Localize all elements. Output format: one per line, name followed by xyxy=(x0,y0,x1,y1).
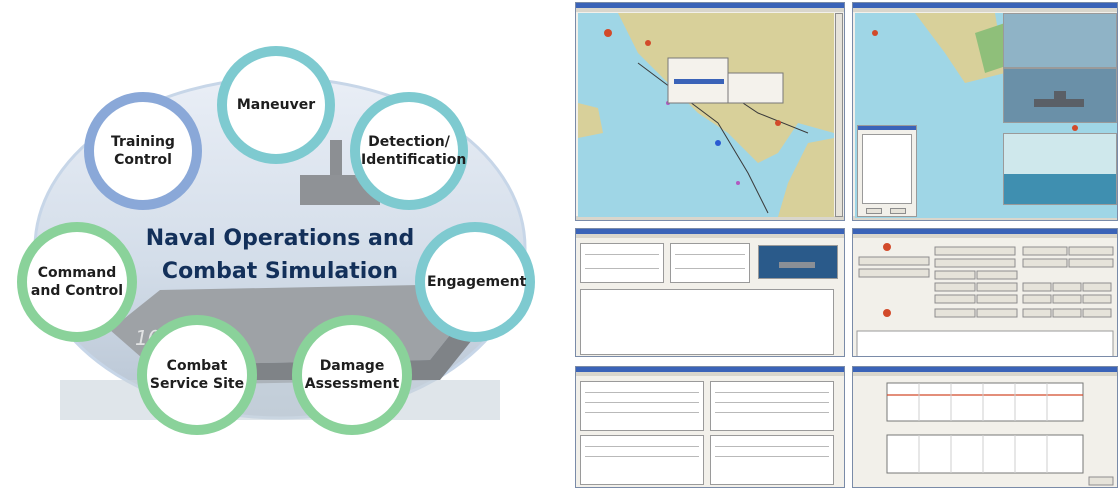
node-detection: Detection/ Identification xyxy=(350,92,468,210)
node-combat-service-site-label: Combat Service Site xyxy=(149,358,245,392)
center-title-line1: Naval Operations and xyxy=(145,226,415,251)
center-title: Naval Operations and Combat Simulation xyxy=(140,222,420,288)
node-command-and-control: Command and Control xyxy=(17,222,137,342)
concept-diagram: 1086 Naval Operations and Combat Simulat… xyxy=(0,0,560,490)
node-damage-assessment-label: Damage Assessment xyxy=(304,358,400,392)
node-detection-label: Detection/ Identification xyxy=(361,134,467,168)
screenshot-control-panel xyxy=(852,228,1118,357)
screenshot-map-main xyxy=(575,2,845,221)
node-command-and-control-label: Command and Control xyxy=(30,265,124,299)
node-engagement: Engagement xyxy=(415,222,535,342)
screenshot-map-3d xyxy=(852,2,1118,221)
screenshot-message-log xyxy=(575,366,845,488)
screenshot-graphs xyxy=(852,366,1118,488)
node-combat-service-site: Combat Service Site xyxy=(137,315,257,435)
node-maneuver: Maneuver xyxy=(217,46,335,164)
node-damage-assessment: Damage Assessment xyxy=(292,315,412,435)
node-engagement-label: Engagement xyxy=(427,274,527,290)
center-title-line2: Combat Simulation xyxy=(161,259,399,284)
node-training-control: Training Control xyxy=(84,92,202,210)
map-view xyxy=(578,13,834,217)
node-training-control-label: Training Control xyxy=(111,134,175,168)
node-maneuver-label: Maneuver xyxy=(236,97,316,113)
screenshot-track-window xyxy=(575,228,845,357)
